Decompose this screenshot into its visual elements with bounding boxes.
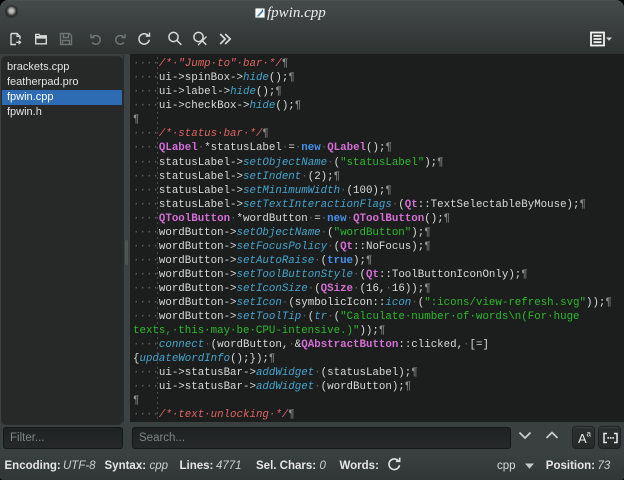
svg-text:a: a [587,430,592,439]
